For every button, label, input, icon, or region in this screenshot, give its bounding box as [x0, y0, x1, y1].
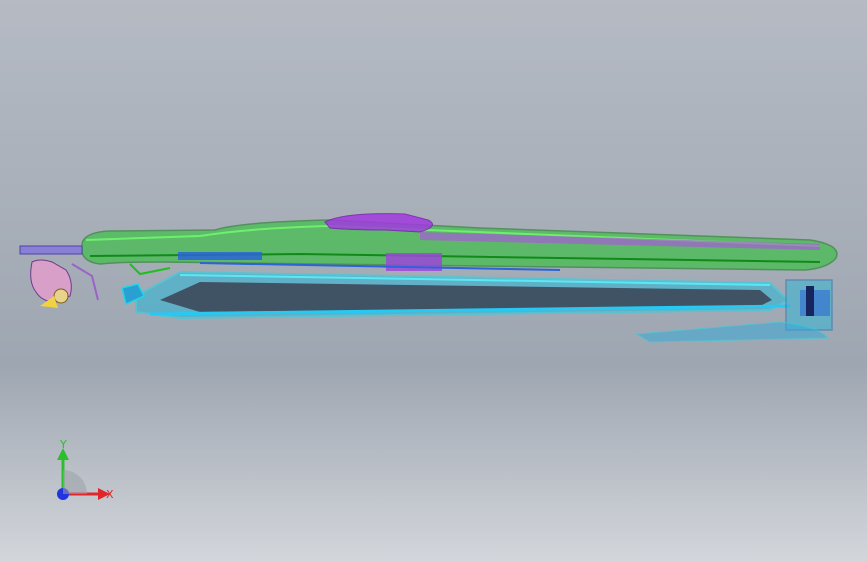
y-axis-label: Y [59, 438, 67, 451]
graphics-viewport[interactable]: Y X [0, 0, 867, 562]
lower-rail-assembly[interactable] [121, 270, 791, 320]
coordinate-triad: Y X [57, 438, 114, 501]
cad-model-assembly[interactable] [0, 0, 867, 562]
x-axis-label: X [106, 488, 114, 501]
triad-plane-indicator [63, 470, 87, 494]
